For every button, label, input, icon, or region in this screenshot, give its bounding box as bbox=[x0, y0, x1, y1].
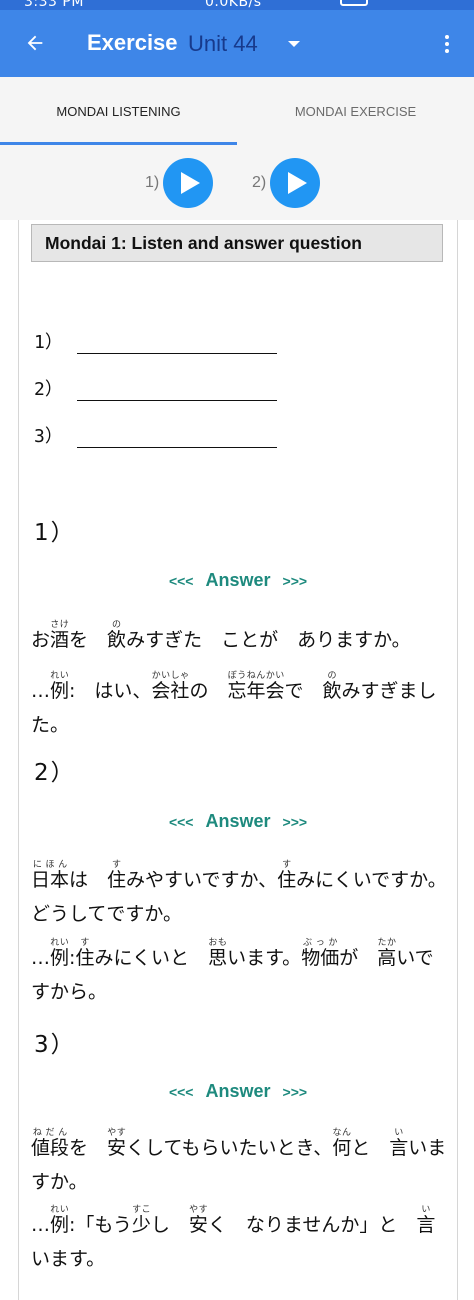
status-bar: 3:33 PM 0.0KB/s bbox=[0, 0, 474, 10]
question-text-2: 日本にほんは 住すみやすいですか、住すみにくいですか。どうしてですか。 bbox=[31, 860, 447, 925]
tab-label: MONDAI LISTENING bbox=[56, 103, 181, 119]
tab-mondai-exercise[interactable]: MONDAI EXERCISE bbox=[237, 77, 474, 145]
back-button[interactable] bbox=[18, 26, 52, 60]
play-icon bbox=[288, 172, 308, 194]
answer-toggle-2[interactable]: <<< Answer >>> bbox=[19, 811, 457, 832]
answer-toggle-3[interactable]: <<< Answer >>> bbox=[19, 1081, 457, 1102]
arrow-left-icon bbox=[27, 35, 43, 51]
answer-blank-2: 2） bbox=[34, 375, 277, 401]
question-text-3: 値段ねだんを 安やすくしてもらいたいとき、何なんと 言いいますか。 bbox=[31, 1128, 447, 1193]
caret-down-icon bbox=[287, 41, 300, 47]
tab-mondai-listening[interactable]: MONDAI LISTENING bbox=[0, 77, 237, 145]
play-icon bbox=[181, 172, 201, 194]
unit-selected-value: Unit 44 bbox=[188, 31, 258, 56]
example-answer-1: …例れい: はい、会社かいしゃの 忘年会ぼうねんかいで 飲のみすぎました。 bbox=[31, 671, 437, 736]
tab-label: MONDAI EXERCISE bbox=[294, 103, 417, 119]
audio-player-2: 2) bbox=[252, 158, 321, 208]
player-label: 1) bbox=[145, 174, 160, 191]
tab-bar: MONDAI LISTENING MONDAI EXERCISE bbox=[0, 77, 474, 145]
status-network-speed: 0.0KB/s bbox=[205, 0, 262, 10]
example-answer-2: …例れい:住すみにくいと 思おもいます。物価ぶっかが 高たかいですから。 bbox=[31, 938, 434, 1003]
app-bar: Exercise Unit 44 bbox=[0, 10, 474, 77]
question-number-2: 2） bbox=[34, 760, 76, 786]
play-button-1[interactable] bbox=[163, 158, 214, 208]
audio-player-1: 1) bbox=[145, 158, 214, 208]
battery-icon bbox=[340, 0, 368, 6]
answer-blank-1: 1） bbox=[34, 328, 277, 354]
example-answer-3: …例れい:「もう少すこし 安やすく なりませんか」と 言いいます。 bbox=[31, 1205, 436, 1270]
mondai-card[interactable]: Mondai 1: Listen and answer question 1） … bbox=[18, 220, 458, 1300]
player-label: 2) bbox=[252, 174, 267, 191]
page-title: Exercise bbox=[87, 30, 178, 55]
question-number-1: 1） bbox=[34, 520, 76, 546]
question-number-3: 3） bbox=[34, 1032, 76, 1058]
answer-blank-3: 3） bbox=[34, 422, 277, 448]
answer-toggle-1[interactable]: <<< Answer >>> bbox=[19, 570, 457, 591]
mondai-header: Mondai 1: Listen and answer question bbox=[31, 224, 443, 262]
play-button-2[interactable] bbox=[270, 158, 321, 208]
unit-dropdown[interactable]: Unit 44 bbox=[188, 28, 300, 60]
question-text-1: お酒さけを 飲のみすぎた ことが ありますか。 bbox=[31, 620, 411, 651]
more-options-button[interactable] bbox=[436, 30, 458, 58]
audio-players: 1) 2) bbox=[0, 145, 474, 220]
more-vert-icon bbox=[445, 35, 449, 39]
status-time: 3:33 PM bbox=[24, 0, 84, 10]
